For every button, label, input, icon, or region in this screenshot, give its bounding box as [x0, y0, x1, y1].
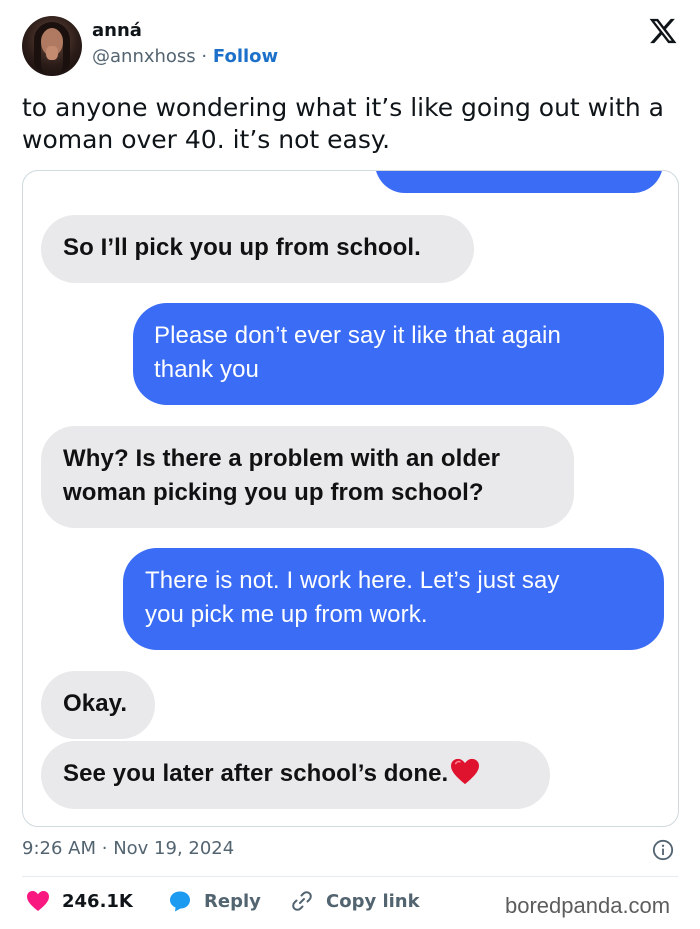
- tweet-date: Nov 19, 2024: [113, 838, 235, 859]
- message-bubble-outgoing: There is not. I work here. Let’s just sa…: [123, 548, 664, 650]
- author-handle-row: @annxhoss · Follow: [92, 46, 278, 67]
- message-bubble-incoming: So I’ll pick you up from school.: [41, 215, 474, 283]
- message-line: woman picking you up from school?: [63, 479, 484, 506]
- info-icon[interactable]: [652, 839, 674, 861]
- timestamp-separator: ·: [101, 838, 108, 859]
- message-bubble-incoming: Okay.: [41, 671, 155, 739]
- copy-link-label: Copy link: [326, 890, 420, 912]
- reply-bubble-icon: [170, 891, 190, 912]
- copy-link-button[interactable]: Copy link: [290, 886, 420, 916]
- divider: [22, 876, 678, 877]
- message-line: Why? Is there a problem with an older: [63, 445, 501, 472]
- message-line: Please don’t ever say it like that again: [154, 322, 561, 349]
- heart-icon: [27, 891, 49, 911]
- author-handle[interactable]: @annxhoss: [92, 46, 196, 67]
- like-button[interactable]: 246.1K: [26, 886, 133, 916]
- message-bubble-incoming: Why? Is there a problem with an older wo…: [41, 426, 574, 528]
- message-bubble-incoming: See you later after school’s done.: [41, 741, 550, 809]
- avatar-hand: [46, 46, 58, 60]
- reply-button[interactable]: Reply: [168, 886, 261, 916]
- attached-image[interactable]: So I’ll pick you up from school. Please …: [22, 170, 679, 827]
- message-bubble-outgoing: Please don’t ever say it like that again…: [133, 303, 664, 405]
- follow-button[interactable]: Follow: [213, 46, 278, 67]
- link-icon: [292, 891, 312, 911]
- avatar[interactable]: [22, 16, 82, 76]
- tweet-text: to anyone wondering what it’s like going…: [22, 93, 664, 154]
- handle-separator: ·: [201, 46, 208, 67]
- message-line: thank you: [154, 356, 259, 383]
- message-text: Okay.: [63, 690, 128, 717]
- reply-label: Reply: [204, 890, 261, 912]
- tweet-timestamp[interactable]: 9:26 AM · Nov 19, 2024: [22, 838, 234, 859]
- tweet-time: 9:26 AM: [22, 838, 96, 859]
- message-text: See you later after school’s done.: [63, 760, 449, 787]
- message-bubble-partial: [375, 171, 663, 193]
- message-text: So I’ll pick you up from school.: [63, 234, 421, 261]
- heart-emoji-icon: [451, 758, 480, 785]
- message-line: There is not. I work here. Let’s just sa…: [145, 567, 560, 594]
- x-logo-icon[interactable]: [648, 16, 678, 46]
- message-line: you pick me up from work.: [145, 601, 428, 628]
- like-count: 246.1K: [62, 890, 133, 912]
- tweet-header: anná @annxhoss · Follow: [22, 16, 682, 78]
- author-name[interactable]: anná: [92, 20, 142, 41]
- watermark: boredpanda.com: [505, 893, 671, 918]
